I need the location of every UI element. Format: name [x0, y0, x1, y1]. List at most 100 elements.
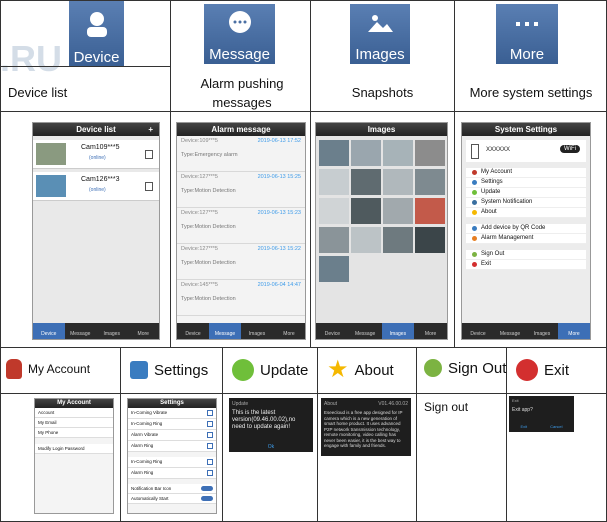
exit-cancel-button[interactable]: Cancel [550, 424, 562, 429]
settings-row[interactable]: Automatically Start [128, 494, 216, 504]
settings-item[interactable]: My Account [466, 168, 586, 178]
snapshot-thumbnail[interactable] [415, 140, 445, 166]
toggle-switch[interactable] [201, 496, 213, 501]
checkbox[interactable] [207, 432, 213, 438]
device-status: (online) [89, 155, 106, 161]
settings-item[interactable]: Sign Out [466, 250, 586, 260]
account-row[interactable]: My Phone [35, 428, 113, 438]
checkbox[interactable] [207, 459, 213, 465]
account-row[interactable]: My Email [35, 418, 113, 428]
update-header: Update [232, 359, 308, 381]
snapshot-thumbnail[interactable] [351, 227, 381, 253]
checkbox[interactable] [207, 470, 213, 476]
alarm-row-header: Device:127***5 2019-06-13 15:25 [181, 174, 301, 180]
account-row[interactable]: Modify Login Password [35, 444, 113, 454]
settings-item[interactable]: Alarm Management [466, 234, 586, 244]
device-row[interactable]: Cam126***3 (online) [33, 172, 159, 201]
account-card[interactable]: XXXXXX WiFi [466, 140, 586, 162]
device-row[interactable]: Cam109***5 (online) [33, 140, 159, 169]
snapshot-thumbnail[interactable] [351, 198, 381, 224]
checkbox[interactable] [207, 421, 213, 427]
tab-device[interactable]: Device [33, 323, 65, 339]
snapshot-thumbnail[interactable] [319, 227, 349, 253]
snapshot-thumbnail[interactable] [319, 140, 349, 166]
settings-row-label: Alarm Ring [131, 470, 154, 475]
snapshot-thumbnail[interactable] [319, 256, 349, 282]
tab-images[interactable]: Images [526, 323, 558, 339]
alarm-row[interactable]: Device:109***5 2019-06-13 17:52 Type:Emerg… [177, 136, 305, 172]
snapshot-thumbnail[interactable] [351, 140, 381, 166]
snapshot-thumbnail[interactable] [351, 169, 381, 195]
settings-row[interactable]: In-Coming Ring [128, 457, 216, 468]
settings-item[interactable]: About [466, 208, 586, 218]
settings-row[interactable]: Alarm Vibrate [128, 430, 216, 441]
snapshot-thumbnail[interactable] [383, 198, 413, 224]
settings-screen: Settings In-Coming Vibrate In-Coming Ring… [127, 398, 217, 514]
tab-device[interactable]: Device [316, 323, 349, 339]
more-tab-icon[interactable]: More [496, 4, 558, 64]
alarm-row[interactable]: Device:145***5 2019-06-04 14:47 Type:Motio… [177, 280, 305, 316]
settings-row[interactable]: Alarm Ring [128, 468, 216, 479]
settings-item[interactable]: Settings [466, 178, 586, 188]
snapshot-thumbnail[interactable] [383, 140, 413, 166]
settings-item-label: About [481, 209, 497, 215]
snapshot-thumbnail[interactable] [383, 227, 413, 253]
alarm-type: Type:Motion Detection [181, 188, 236, 194]
checkbox[interactable] [207, 443, 213, 449]
tab-more[interactable]: More [558, 323, 590, 339]
device-tab-icon[interactable]: Device [69, 1, 124, 67]
toggle-switch[interactable] [201, 486, 213, 491]
settings-header: Settings [130, 361, 208, 379]
device-list-screen: Device list + Cam109***5 (online) Cam126*… [32, 122, 160, 340]
account-row[interactable]: Account [35, 408, 113, 418]
snapshot-thumbnail[interactable] [319, 169, 349, 195]
snapshot-thumbnail[interactable] [415, 169, 445, 195]
settings-item[interactable]: Exit [466, 260, 586, 270]
tab-images[interactable]: Images [241, 323, 273, 339]
update-ok-button[interactable]: Ok [229, 444, 313, 450]
tab-message[interactable]: Message [209, 323, 241, 339]
snapshot-thumbnail[interactable] [415, 198, 445, 224]
settings-item[interactable]: System Notification [466, 198, 586, 208]
tab-message[interactable]: Message [494, 323, 526, 339]
tab-message[interactable]: Message [65, 323, 97, 339]
tab-more[interactable]: More [273, 323, 305, 339]
lock-icon[interactable] [145, 150, 153, 159]
settings-item-icon [472, 170, 477, 175]
alarm-row-header: Device:127***5 2019-06-13 15:22 [181, 246, 301, 252]
settings-row[interactable]: In-Coming Ring [128, 419, 216, 430]
settings-item-icon [472, 190, 477, 195]
settings-icon [130, 361, 148, 379]
add-device-button[interactable]: + [148, 123, 153, 136]
snapshot-thumbnail[interactable] [319, 198, 349, 224]
settings-row[interactable]: Alarm Ring [128, 441, 216, 452]
settings-item-icon [472, 236, 477, 241]
settings-item[interactable]: Update [466, 188, 586, 198]
signout-header: Sign Out [424, 359, 506, 377]
tab-message[interactable]: Message [349, 323, 382, 339]
caption-more: More system settings [469, 85, 593, 100]
settings-item[interactable]: Add device by QR Code [466, 224, 586, 234]
exit-confirm-button[interactable]: Exit [520, 424, 527, 429]
tab-device[interactable]: Device [462, 323, 494, 339]
tab-images[interactable]: Images [96, 323, 128, 339]
tab-more[interactable]: More [128, 323, 160, 339]
settings-item-label: Exit [481, 261, 492, 267]
message-tab-icon[interactable]: Message [204, 4, 275, 64]
snapshot-thumbnail[interactable] [383, 169, 413, 195]
settings-item-icon [472, 252, 477, 257]
settings-row[interactable]: Notification Bar Icon [128, 484, 216, 494]
snapshot-thumbnail[interactable] [415, 227, 445, 253]
tab-device[interactable]: Device [177, 323, 209, 339]
alarm-row[interactable]: Device:127***5 2019-06-13 15:25 Type:Motio… [177, 172, 305, 208]
settings-row[interactable]: In-Coming Vibrate [128, 408, 216, 419]
tab-more[interactable]: More [414, 323, 447, 339]
alarm-row[interactable]: Device:127***5 2019-06-13 15:22 Type:Motio… [177, 244, 305, 280]
images-tab-icon[interactable]: Images [350, 4, 410, 64]
tab-images[interactable]: Images [381, 323, 415, 339]
settings-row-label: Alarm Ring [131, 443, 154, 448]
checkbox[interactable] [207, 410, 213, 416]
unlock-icon[interactable] [145, 182, 153, 191]
alarm-row[interactable]: Device:127***5 2019-06-13 15:23 Type:Motio… [177, 208, 305, 244]
alarm-time: 2019-06-13 15:22 [257, 246, 301, 252]
